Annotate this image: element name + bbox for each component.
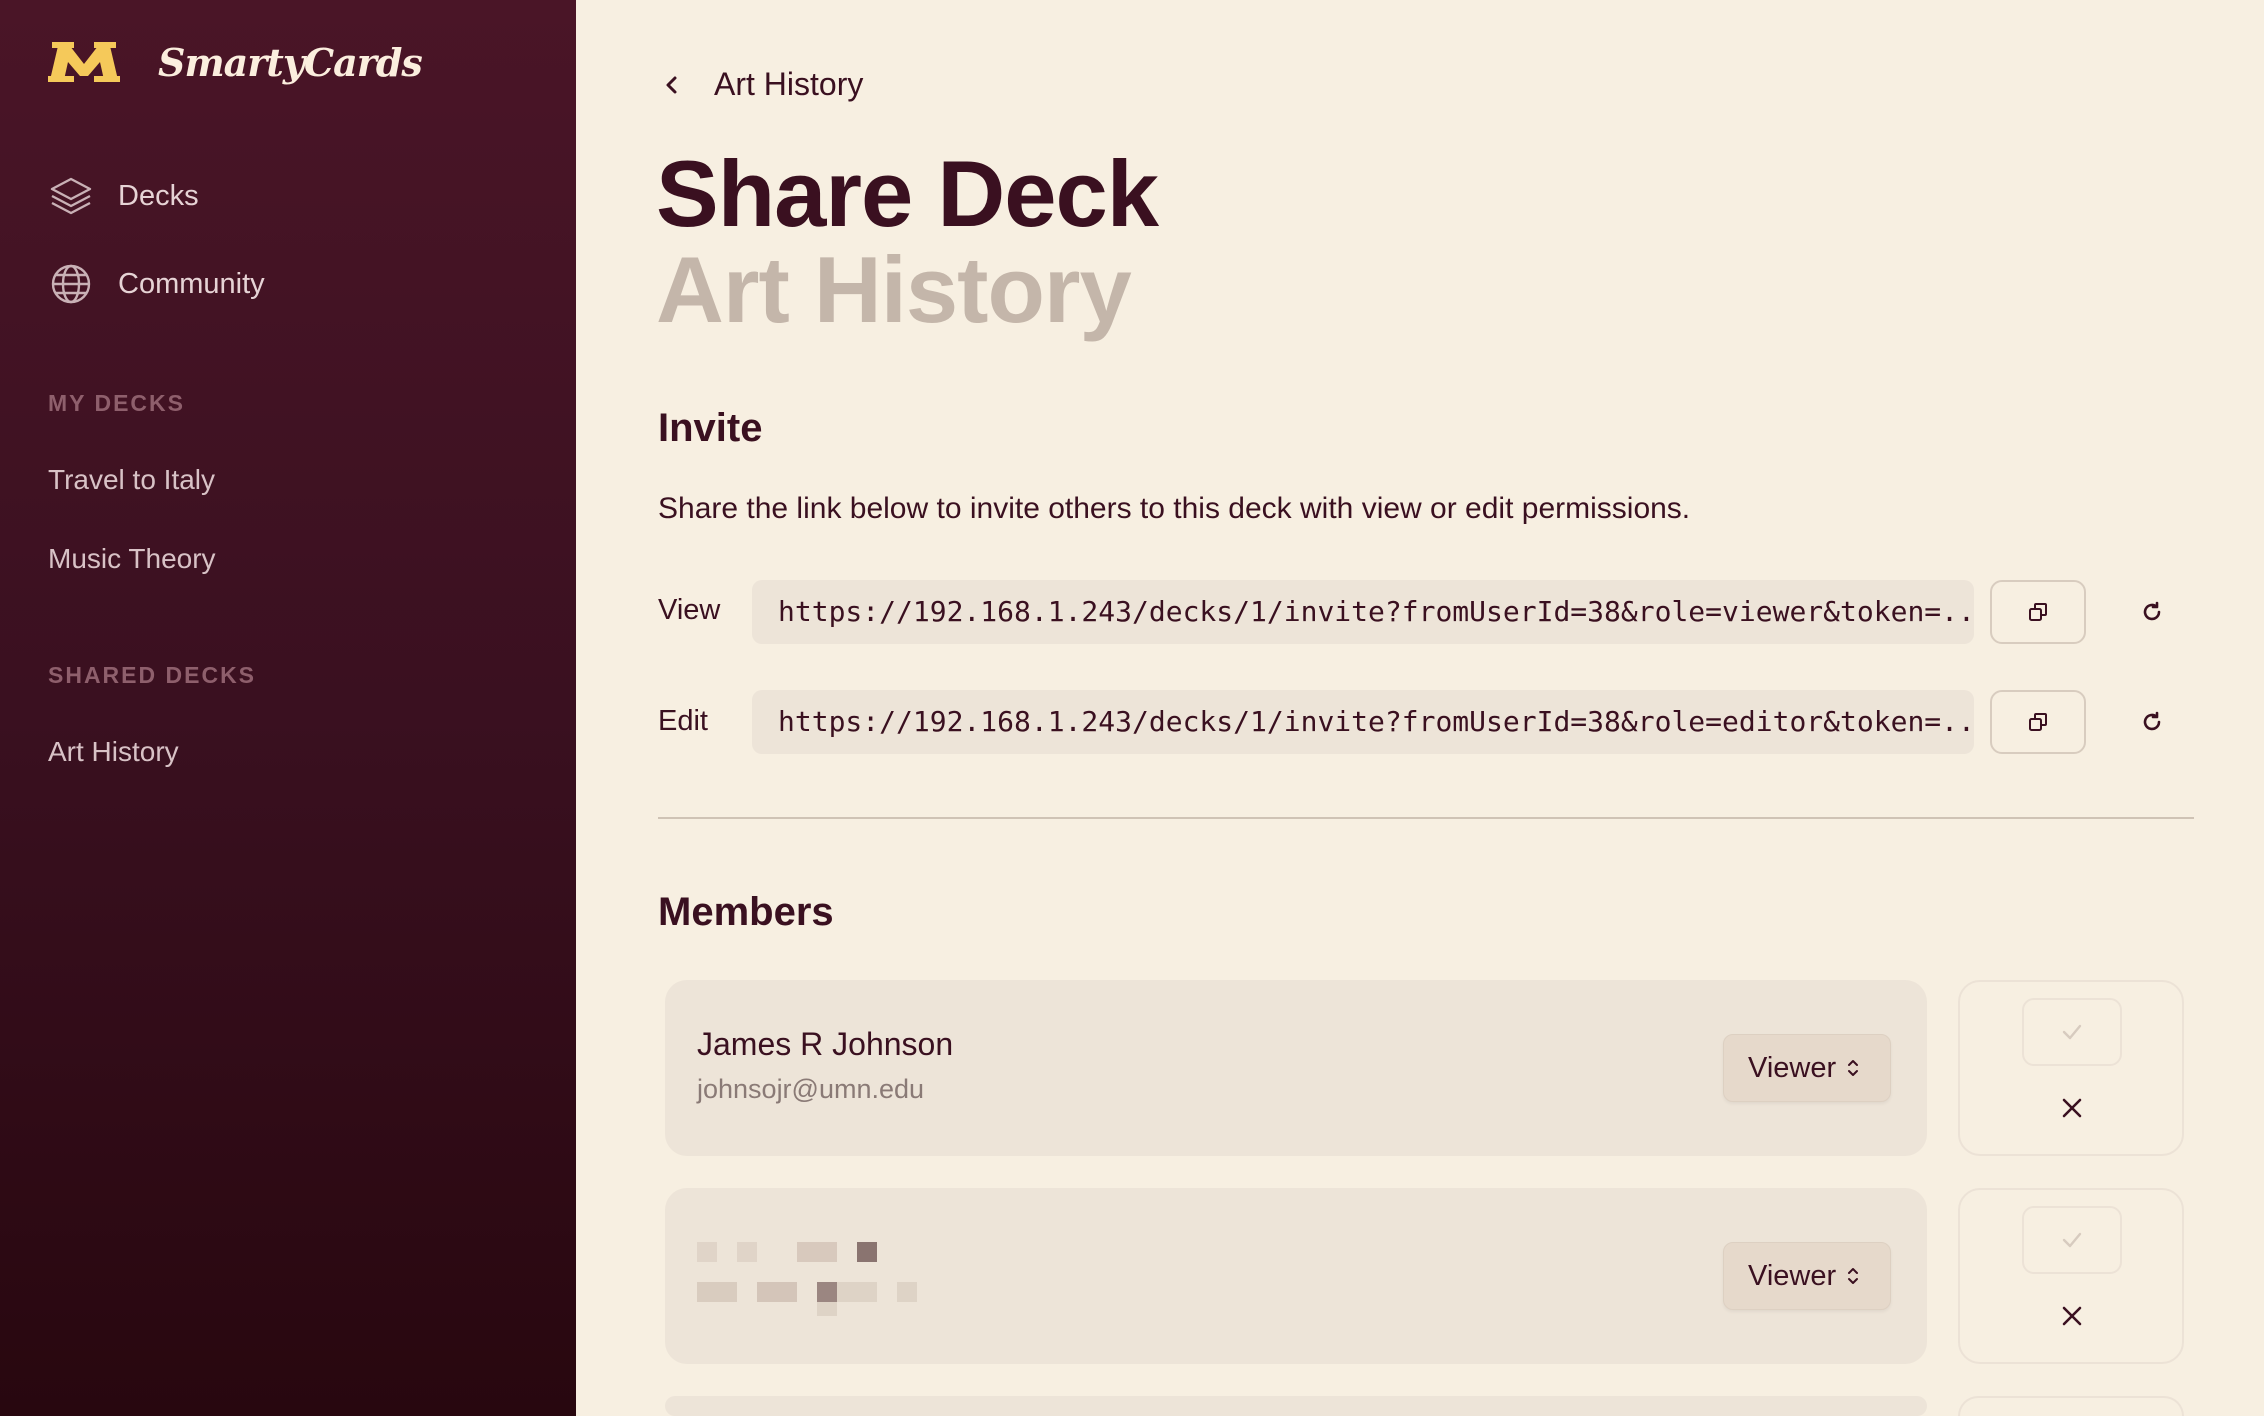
member-card — [665, 1396, 1927, 1416]
refresh-icon — [2143, 711, 2161, 731]
brand[interactable]: SmartyCards — [48, 36, 423, 88]
edit-refresh-button[interactable] — [2132, 702, 2172, 742]
invite-heading: Invite — [658, 406, 763, 450]
layers-icon — [50, 177, 92, 215]
breadcrumb[interactable]: Art History — [658, 66, 863, 103]
member-card: Viewer — [665, 1188, 1927, 1364]
member-card: James R Johnson johnsojr@umn.edu Viewer — [665, 980, 1927, 1156]
globe-icon — [51, 264, 91, 304]
nav-decks[interactable]: Decks — [48, 168, 199, 224]
remove-member-button[interactable] — [2054, 1298, 2090, 1334]
role-select-value: Viewer — [1748, 1259, 1837, 1292]
chevron-left-icon — [666, 76, 677, 93]
member-email: johnsojr@umn.edu — [697, 1074, 925, 1104]
member-actions — [1958, 1396, 2184, 1416]
copy-icon — [2029, 603, 2047, 621]
edit-link-label: Edit — [658, 705, 708, 737]
role-select-value: Viewer — [1748, 1051, 1837, 1084]
refresh-icon — [2143, 601, 2161, 621]
view-copy-button[interactable] — [1990, 580, 2086, 644]
shared-decks-label: SHARED DECKS — [48, 662, 257, 688]
breadcrumb-label: Art History — [714, 66, 864, 102]
invite-description: Share the link below to invite others to… — [658, 492, 1691, 525]
member-actions — [1958, 980, 2184, 1156]
page-subtitle: Art History — [656, 237, 1132, 342]
check-icon — [2062, 1232, 2082, 1248]
nav-decks-label: Decks — [118, 179, 199, 212]
remove-member-button[interactable] — [2054, 1090, 2090, 1126]
copy-icon — [2029, 713, 2047, 731]
brand-name: SmartyCards — [158, 39, 423, 85]
role-select[interactable]: Viewer — [1723, 1242, 1891, 1310]
close-icon — [2062, 1098, 2082, 1118]
edit-link-input[interactable] — [752, 690, 1974, 754]
view-refresh-button[interactable] — [2132, 592, 2172, 632]
sidebar: SmartyCards Decks Community MY DECKS Tra… — [0, 0, 576, 1416]
view-link-input[interactable] — [752, 580, 1974, 644]
member-actions — [1958, 1188, 2184, 1364]
deck-link-music-theory[interactable]: Music Theory — [48, 543, 216, 575]
nav-community-label: Community — [118, 267, 265, 300]
chevron-up-down-icon — [1848, 1268, 1859, 1284]
role-select[interactable]: Viewer — [1723, 1034, 1891, 1102]
main-content: Art History Share Deck Art History Invit… — [576, 0, 2264, 1416]
member-name: James R Johnson — [697, 1026, 954, 1062]
check-icon — [2062, 1024, 2082, 1040]
deck-link-art-history[interactable]: Art History — [48, 736, 179, 768]
deck-link-travel-to-italy[interactable]: Travel to Italy — [48, 464, 215, 496]
section-divider — [658, 817, 2194, 819]
my-decks-label: MY DECKS — [48, 390, 185, 416]
approve-button[interactable] — [2022, 1206, 2122, 1274]
nav-community[interactable]: Community — [48, 256, 265, 312]
close-icon — [2062, 1306, 2082, 1326]
approve-button[interactable] — [2022, 998, 2122, 1066]
edit-copy-button[interactable] — [1990, 690, 2086, 754]
page-title: Share Deck — [656, 141, 1159, 246]
members-heading: Members — [658, 890, 834, 934]
view-link-label: View — [658, 594, 721, 626]
m-logo-icon — [48, 42, 120, 82]
chevron-up-down-icon — [1848, 1060, 1859, 1076]
